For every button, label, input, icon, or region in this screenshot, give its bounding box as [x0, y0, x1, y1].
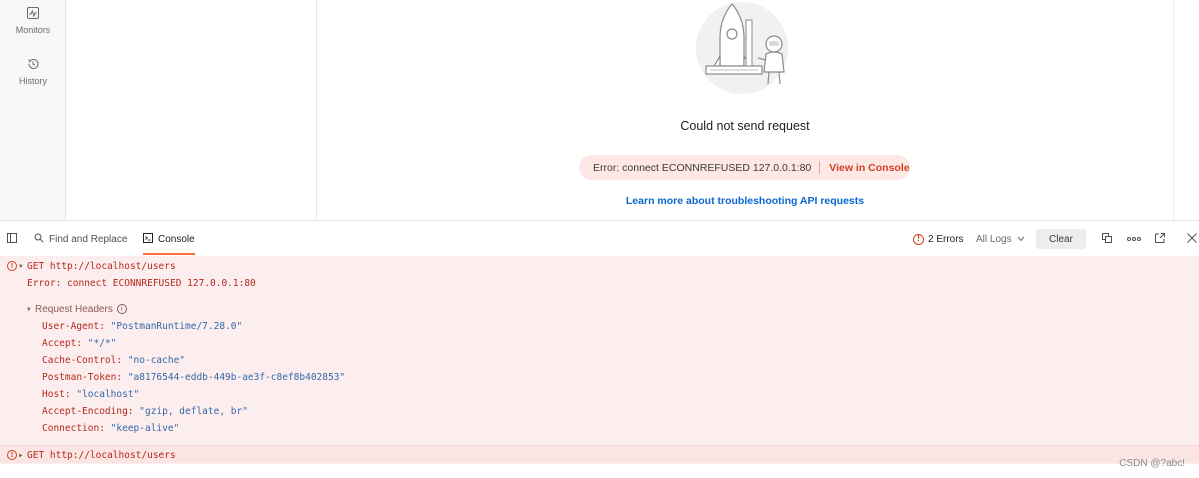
tab-console[interactable]: Console: [143, 221, 195, 257]
header-row: Postman-Token: "a8176544-eddb-449b-ae3f-…: [42, 369, 345, 385]
error-banner-text: Error: connect ECONNREFUSED 127.0.0.1:80: [593, 161, 812, 174]
could-not-send-message: Could not send request: [680, 119, 810, 133]
caret-right-icon[interactable]: ▶: [19, 452, 23, 459]
header-key: User-Agent:: [42, 320, 105, 332]
header-value: "keep-alive": [110, 422, 180, 434]
header-key: Accept-Encoding:: [42, 405, 134, 417]
header-value: "localhost": [76, 388, 140, 400]
log-error-text: Error: connect ECONNREFUSED 127.0.0.1:80: [27, 277, 256, 289]
header-value: "no-cache": [127, 354, 186, 366]
open-in-new-window-button[interactable]: [1155, 221, 1165, 257]
header-row: User-Agent: "PostmanRuntime/7.28.0": [42, 318, 242, 334]
header-row: Accept-Encoding: "gzip, deflate, br": [42, 403, 248, 419]
tab-find-and-replace[interactable]: Find and Replace: [34, 221, 127, 257]
more-options-button[interactable]: [1127, 221, 1141, 257]
console-log: ! ▼ GET http://localhost/users Error: co…: [0, 256, 1199, 478]
external-window-icon: [1155, 232, 1165, 246]
header-value: "gzip, deflate, br": [139, 405, 248, 417]
sidebar-item-history[interactable]: History: [0, 57, 66, 86]
log-entry-background: [0, 446, 1199, 463]
sidebar-item-label: History: [18, 76, 47, 86]
header-row: Accept: "*/*": [42, 335, 116, 351]
request-headers-label: Request Headers: [35, 303, 113, 315]
header-key: Postman-Token:: [42, 371, 123, 383]
console-toolbar: Find and Replace Console ! 2 Errors All …: [0, 220, 1199, 256]
header-value: "PostmanRuntime/7.28.0": [110, 320, 243, 332]
toggle-sidebar-button[interactable]: [7, 221, 17, 257]
clear-button[interactable]: Clear: [1036, 229, 1086, 249]
header-row: Cache-Control: "no-cache": [42, 352, 185, 368]
log-level-dropdown[interactable]: All Logs: [976, 221, 1025, 257]
response-panel: Could not send request Error: connect EC…: [317, 0, 1173, 220]
divider: [819, 161, 821, 174]
more-icon: [1127, 234, 1141, 245]
chevron-down-icon: [1017, 234, 1025, 245]
watermark-text: CSDN @?abc!: [1119, 458, 1185, 469]
header-value: "*/*": [87, 337, 117, 349]
close-icon: [1187, 232, 1197, 246]
astronaut-rocket-illustration: [692, 0, 798, 98]
sidebar-item-label: Monitors: [15, 25, 51, 35]
sidebar-rail: Monitors History: [0, 0, 66, 220]
header-value: "a8176544-eddb-449b-ae3f-c8ef8b402853": [127, 371, 346, 383]
log-request-line: GET http://localhost/users: [27, 260, 176, 272]
view-in-console-link[interactable]: View in Console: [829, 162, 909, 174]
status-bar: [0, 464, 1199, 478]
header-key: Connection:: [42, 422, 105, 434]
error-icon: !: [913, 233, 924, 245]
header-key: Host:: [42, 388, 71, 400]
right-sidebar: [1173, 0, 1199, 220]
top-area: Monitors History Could not send request …: [0, 0, 1199, 220]
log-request-line: GET http://localhost/users: [27, 449, 176, 461]
request-headers-heading: Request Headers i: [35, 304, 127, 315]
header-key: Accept:: [42, 337, 83, 349]
sidebar-toggle-icon: [7, 232, 17, 246]
active-tab-indicator: [143, 253, 195, 255]
collection-sidebar-panel: [66, 0, 317, 220]
sidebar-item-monitors[interactable]: Monitors: [0, 6, 66, 35]
monitor-icon: [26, 6, 40, 20]
caret-down-icon[interactable]: ▼: [19, 263, 23, 270]
error-icon: !: [7, 450, 17, 460]
header-row: Host: "localhost": [42, 386, 139, 402]
caret-down-icon: ▼: [27, 305, 31, 313]
log-level-label: All Logs: [976, 233, 1012, 245]
copy-icon: [1102, 232, 1112, 246]
error-banner: Error: connect ECONNREFUSED 127.0.0.1:80…: [579, 155, 910, 180]
header-row: Connection: "keep-alive": [42, 420, 179, 436]
error-icon: !: [7, 261, 17, 271]
history-icon: [26, 57, 40, 71]
learn-more-link[interactable]: Learn more about troubleshooting API req…: [317, 195, 1173, 207]
close-console-button[interactable]: [1187, 221, 1197, 257]
console-icon: [143, 232, 153, 246]
tab-label: Find and Replace: [49, 233, 128, 245]
header-key: Cache-Control:: [42, 354, 123, 366]
tab-label: Console: [158, 233, 195, 245]
copy-button[interactable]: [1102, 221, 1112, 257]
errors-count-label: 2 Errors: [928, 233, 964, 245]
search-icon: [34, 233, 44, 246]
errors-filter[interactable]: ! 2 Errors: [913, 221, 964, 257]
info-icon: i: [116, 304, 127, 314]
